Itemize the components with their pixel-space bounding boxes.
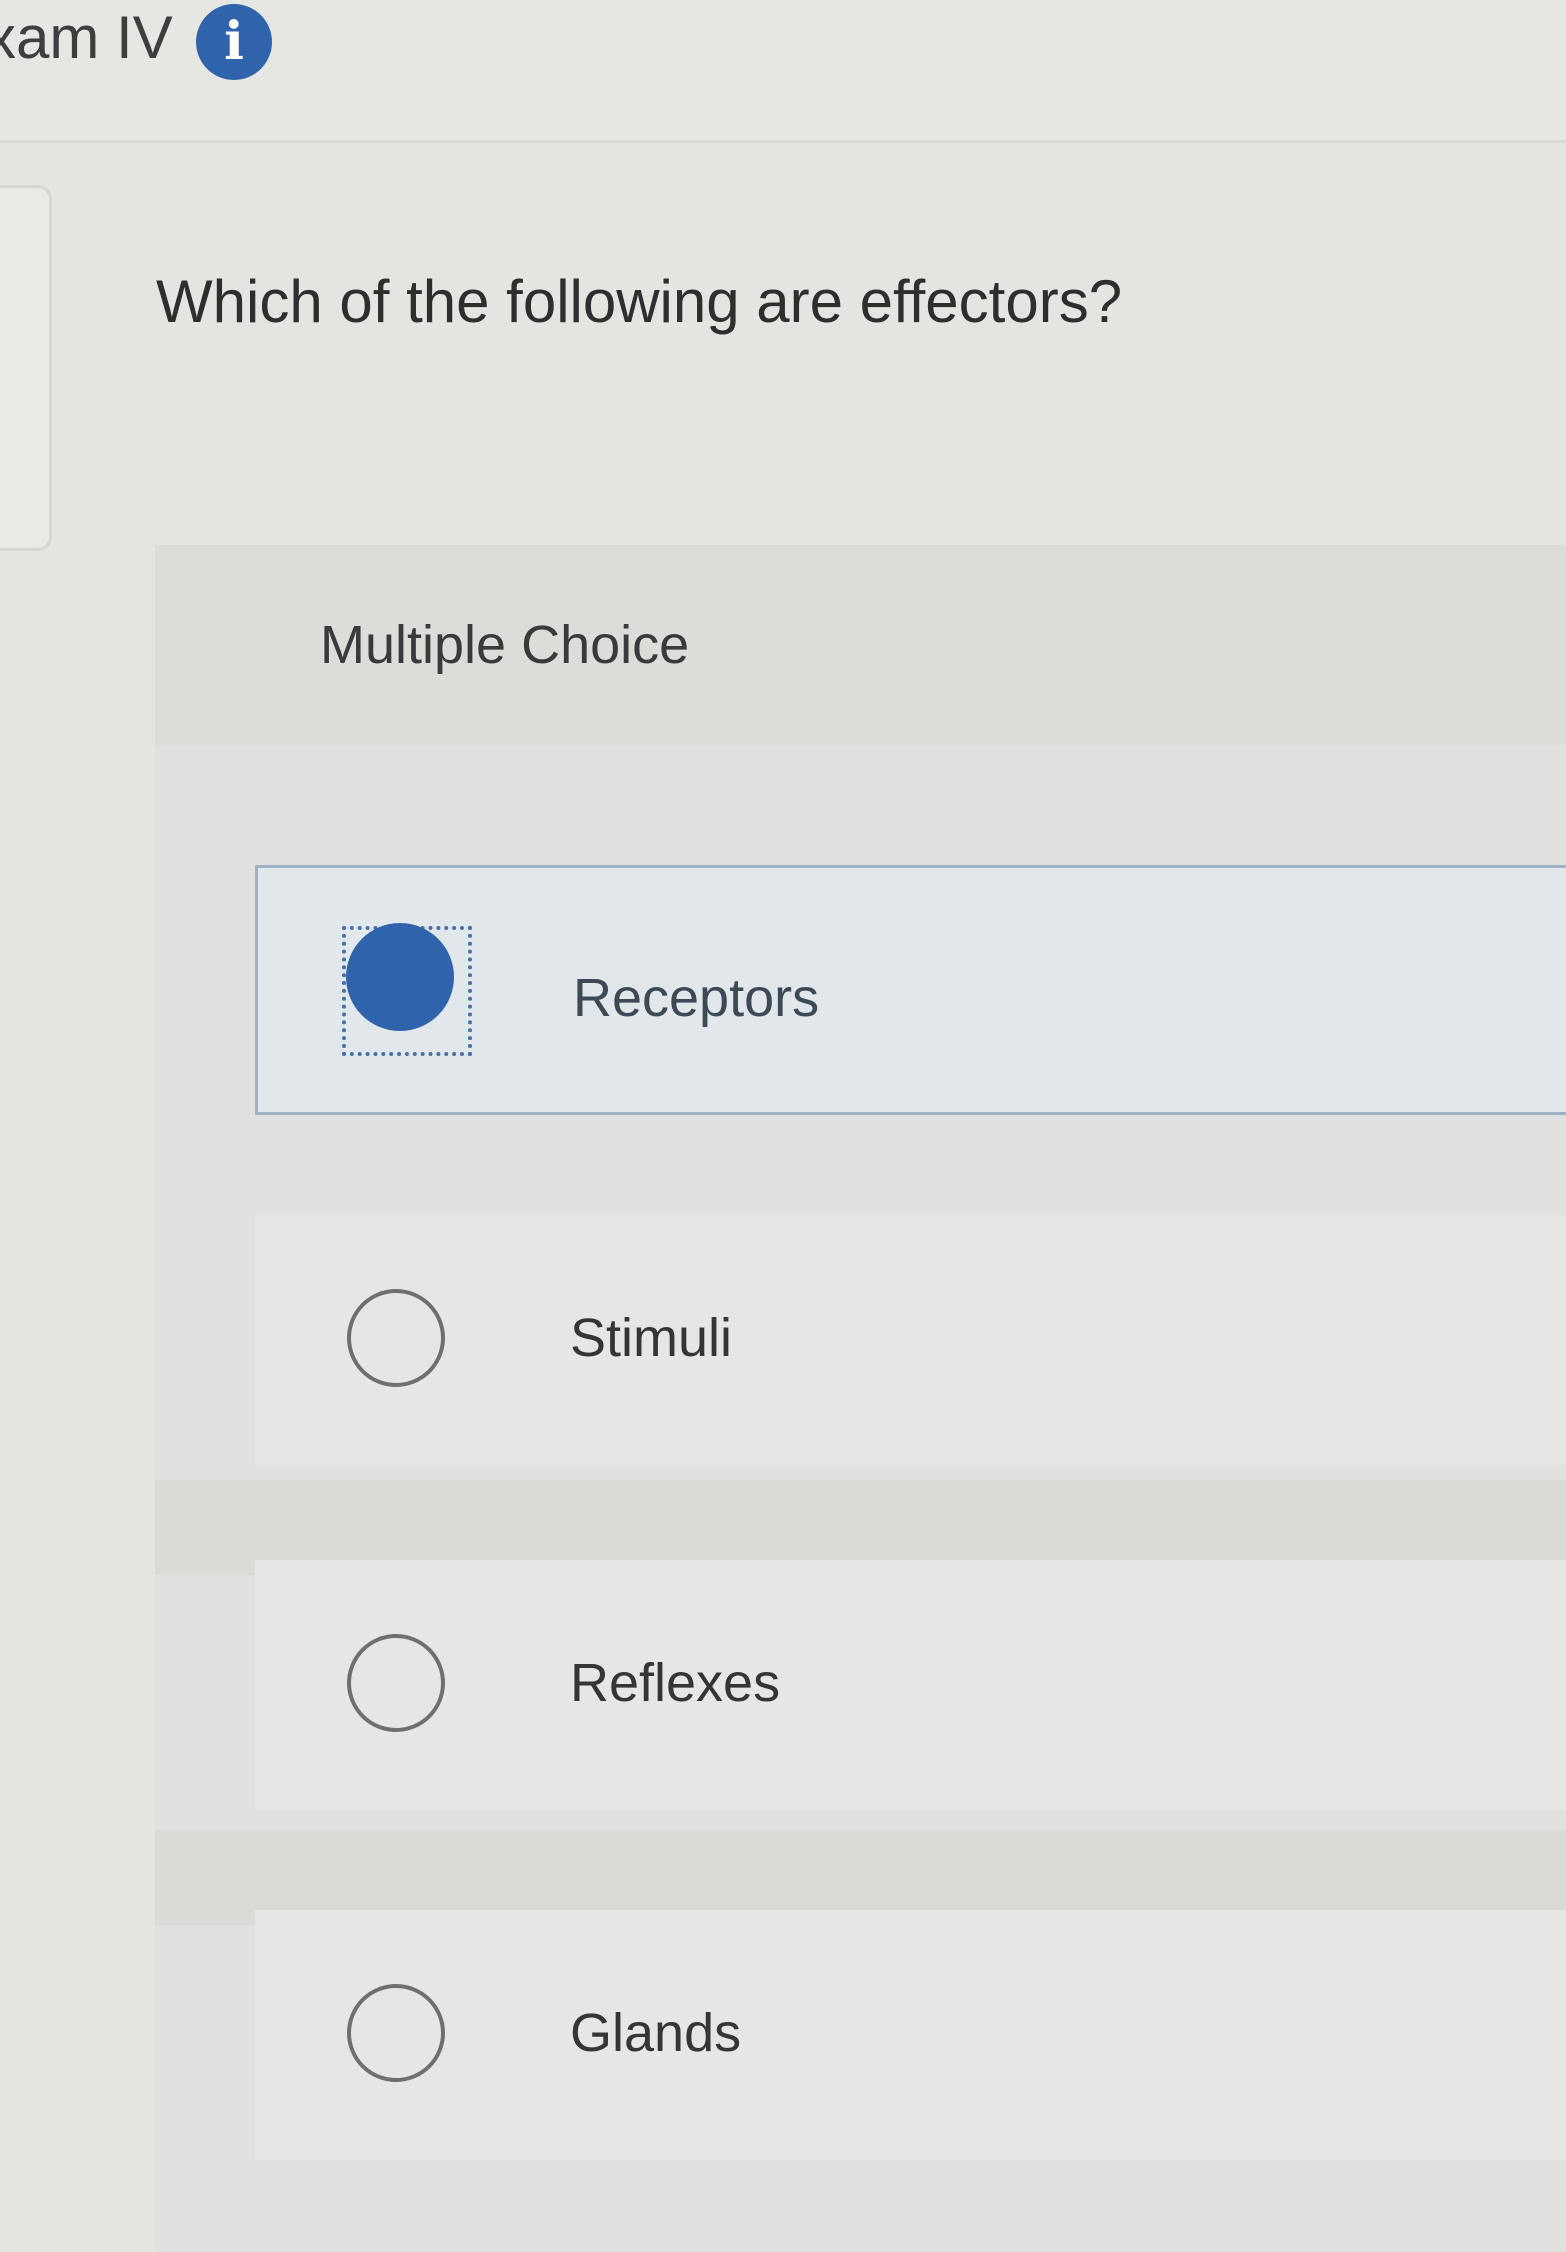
radio-button[interactable] — [347, 1984, 445, 2082]
answer-option-reflexes[interactable]: Reflexes — [255, 1560, 1566, 1810]
radio-selected[interactable] — [346, 923, 454, 1031]
radio-button[interactable] — [347, 1289, 445, 1387]
radio-button[interactable] — [347, 1634, 445, 1732]
exam-title: xam IV — [0, 4, 173, 71]
question-type-label: Multiple Choice — [320, 615, 690, 675]
answer-option-label: Reflexes — [570, 1653, 781, 1713]
answer-option-receptors[interactable]: Receptors — [255, 865, 1566, 1115]
answer-option-glands[interactable]: Glands — [255, 1910, 1566, 2160]
side-tab — [0, 185, 52, 551]
answer-option-label: Stimuli — [570, 1308, 733, 1368]
answer-option-label: Receptors — [573, 968, 820, 1028]
info-icon[interactable]: i — [196, 4, 272, 80]
answer-option-stimuli[interactable]: Stimuli — [255, 1215, 1566, 1465]
question-text: Which of the following are effectors? — [156, 268, 1123, 335]
answer-option-label: Glands — [570, 2003, 742, 2063]
top-bar: xam IV i — [0, 0, 1566, 143]
